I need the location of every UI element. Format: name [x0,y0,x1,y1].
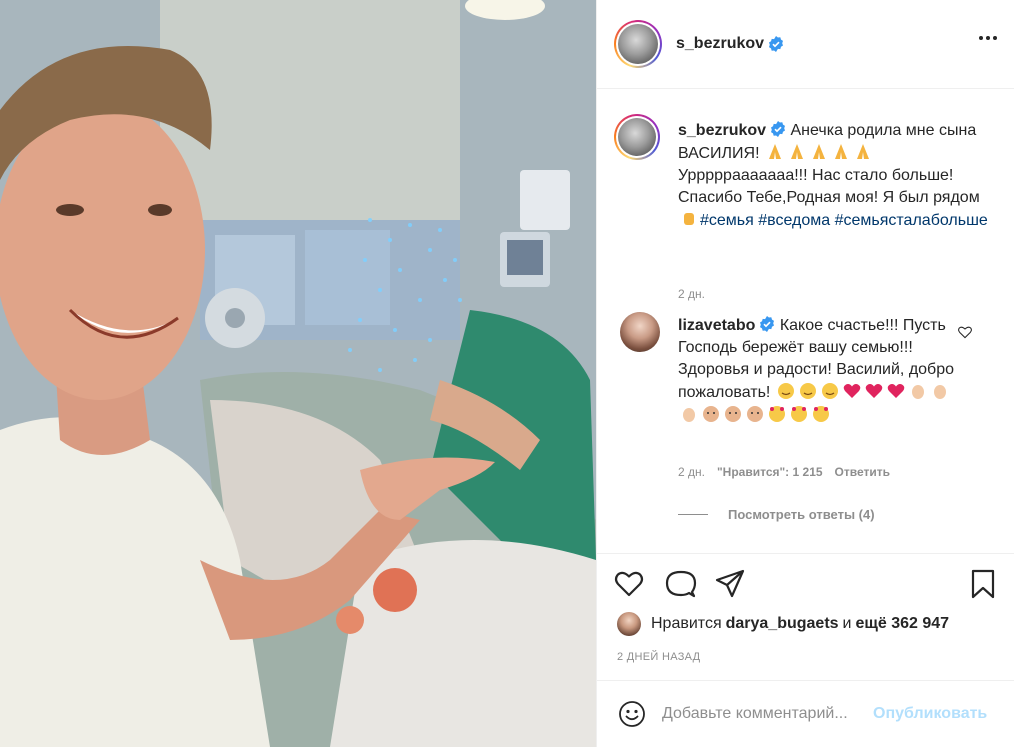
add-comment-bar: Опубликовать [597,680,1014,747]
commenter-username[interactable]: lizavetabo [678,317,755,334]
baby-face-icon [703,406,719,422]
post-panel: s_bezrukov s_bezrukov Анечка родила мне … [596,0,1014,747]
commenter-avatar[interactable] [620,312,660,352]
replies-divider [678,514,708,515]
caption-text-2: Урррррааааааа!!! Нас стало больше! Спаси… [678,167,980,206]
comment-meta: 2 дн. "Нравится": 1 215 Ответить [678,465,890,479]
caption-avatar[interactable] [614,114,660,160]
smiling-face-icon [821,383,838,399]
like-comment-heart-icon[interactable] [957,324,973,340]
smiling-face-hearts-icon [813,406,829,422]
verified-badge-icon [769,36,784,52]
post-photo[interactable] [0,0,596,747]
comment-likes[interactable]: "Нравится": 1 215 [717,465,823,479]
hashtag-family-grew[interactable]: #семьясталабольше [835,212,988,229]
caption-time[interactable]: 2 дн. [678,287,705,301]
comment-input[interactable] [662,705,867,723]
smiling-face-hearts-icon [769,406,785,422]
red-heart-icon [887,384,905,398]
liker-avatar[interactable] [617,612,641,636]
liker-username[interactable]: darya_bugaets [726,615,839,633]
view-replies-button[interactable]: Посмотреть ответы (4) [678,507,875,522]
praying-hands-icon [768,144,781,159]
clapping-hands-icon [683,408,695,422]
publish-button[interactable]: Опубликовать [873,705,987,723]
author-username[interactable]: s_bezrukov [676,35,764,53]
hashtag-family[interactable]: #семья [700,212,754,229]
post-header: s_bezrukov [597,0,1014,89]
author-avatar[interactable] [614,20,662,68]
selfie-hospital-image [0,0,596,747]
raised-fist-icon [684,213,694,225]
baby-face-icon [747,406,763,422]
pray-emoji-group [764,144,874,162]
praying-hands-icon [856,144,869,159]
smiling-face-icon [777,383,794,399]
comment-text: lizavetabo Какое счастье!!! Пусть Господ… [678,315,954,427]
clapping-hands-icon [933,385,946,399]
praying-hands-icon [790,144,803,159]
comment-time[interactable]: 2 дн. [678,465,705,479]
caption-text: s_bezrukov Анечка родила мне сына ВАСИЛИ… [678,120,998,232]
clapping-hands-icon [911,385,924,399]
comments-list: s_bezrukov Анечка родила мне сына ВАСИЛИ… [597,90,1014,552]
praying-hands-icon [812,144,825,159]
smiling-face-icon [799,383,816,399]
likes-summary: Нравится darya_bugaets и ещё 362 947 [617,612,953,636]
caption-username[interactable]: s_bezrukov [678,122,766,139]
likes-and: и [842,615,852,632]
post-date[interactable]: 2 ДНЕЙ НАЗАД [617,651,700,663]
view-replies-label: Посмотреть ответы (4) [728,507,875,522]
save-bookmark-icon[interactable] [967,568,999,600]
hashtag-all-home[interactable]: #вседома [758,212,830,229]
red-heart-icon [865,384,883,398]
verified-badge-icon [760,316,775,332]
comment-bubble-icon[interactable] [665,568,697,600]
post-actions: Нравится darya_bugaets и ещё 362 947 2 Д… [597,553,1014,673]
red-heart-icon [843,384,861,398]
reply-button[interactable]: Ответить [835,465,890,479]
emoji-picker-icon[interactable] [618,700,646,728]
baby-face-icon [725,406,741,422]
more-options-icon[interactable] [979,36,997,40]
verified-badge-icon [771,121,786,137]
likes-count[interactable]: ещё 362 947 [855,615,949,633]
praying-hands-icon [834,144,847,159]
share-paper-plane-icon[interactable] [714,568,746,600]
like-heart-icon[interactable] [613,568,645,600]
smiling-face-hearts-icon [791,406,807,422]
likes-prefix: Нравится [651,615,722,632]
